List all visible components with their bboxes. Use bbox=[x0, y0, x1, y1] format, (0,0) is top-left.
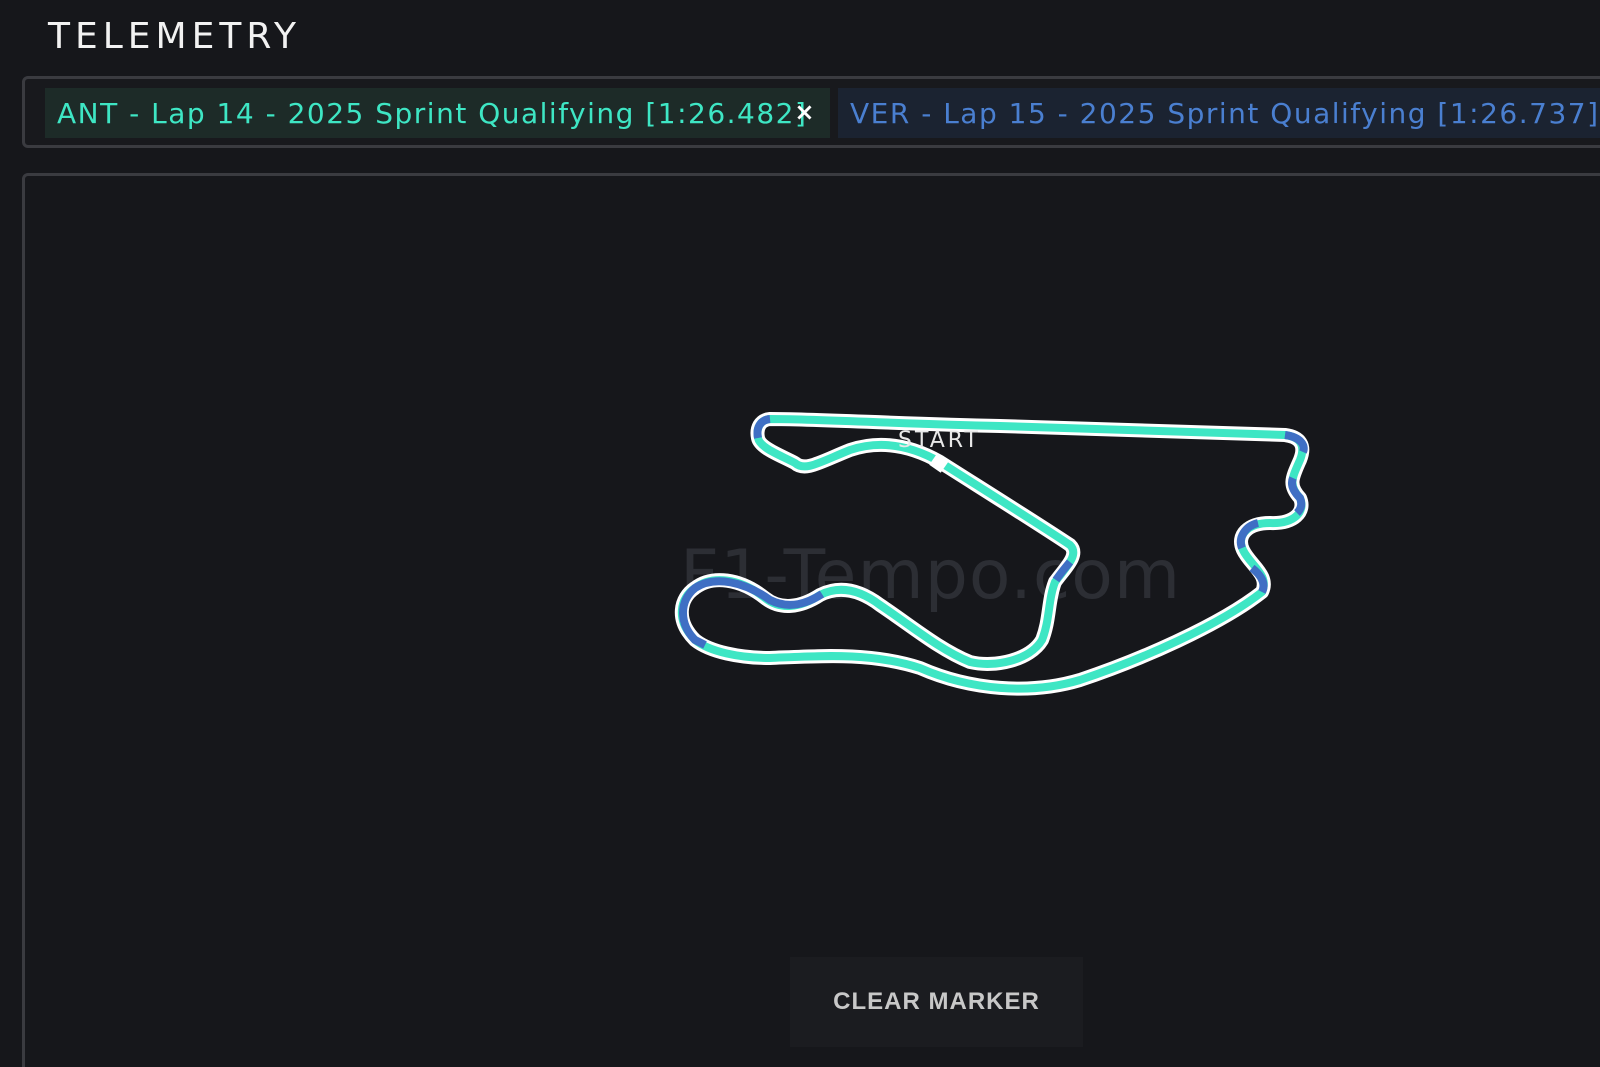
track-outline bbox=[674, 412, 1310, 696]
telemetry-page: TELEMETRY ANT - Lap 14 - 2025 Sprint Qua… bbox=[0, 0, 1600, 1067]
clear-marker-button[interactable]: CLEAR MARKER bbox=[790, 957, 1083, 1047]
track-map[interactable] bbox=[0, 0, 1600, 1067]
start-label: START bbox=[898, 428, 981, 453]
